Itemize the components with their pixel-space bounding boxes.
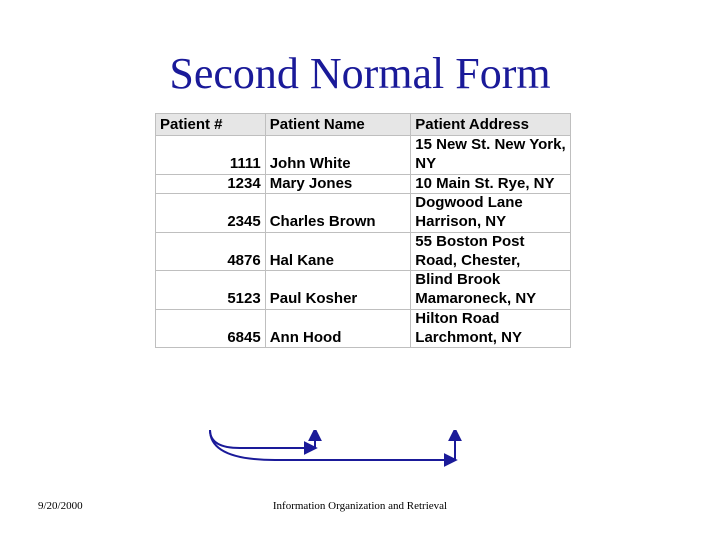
cell-num: 2345: [156, 194, 266, 233]
cell-num: 5123: [156, 271, 266, 310]
cell-num: 4876: [156, 232, 266, 271]
cell-name: John White: [265, 136, 411, 175]
cell-name: Paul Kosher: [265, 271, 411, 310]
cell-name: Mary Jones: [265, 174, 411, 194]
cell-address: 15 New St. New York, NY: [411, 136, 571, 175]
footer-center: Information Organization and Retrieval: [0, 500, 720, 512]
cell-num: 1234: [156, 174, 266, 194]
cell-num: 1111: [156, 136, 266, 175]
cell-num: 6845: [156, 309, 266, 348]
col-header-patient-address: Patient Address: [411, 114, 571, 136]
col-header-patient-num: Patient #: [156, 114, 266, 136]
table-row: 2345 Charles Brown Dogwood Lane Harrison…: [156, 194, 571, 233]
patients-table: Patient # Patient Name Patient Address 1…: [155, 113, 571, 348]
table-row: 6845 Ann Hood Hilton Road Larchmont, NY: [156, 309, 571, 348]
table-row: 1234 Mary Jones 10 Main St. Rye, NY: [156, 174, 571, 194]
cell-name: Hal Kane: [265, 232, 411, 271]
dependency-arrows: [155, 430, 575, 472]
cell-name: Ann Hood: [265, 309, 411, 348]
cell-address: Blind Brook Mamaroneck, NY: [411, 271, 571, 310]
table-row: 5123 Paul Kosher Blind Brook Mamaroneck,…: [156, 271, 571, 310]
col-header-patient-name: Patient Name: [265, 114, 411, 136]
table-header-row: Patient # Patient Name Patient Address: [156, 114, 571, 136]
cell-address: 10 Main St. Rye, NY: [411, 174, 571, 194]
table-row: 1111 John White 15 New St. New York, NY: [156, 136, 571, 175]
table-row: 4876 Hal Kane 55 Boston Post Road, Chest…: [156, 232, 571, 271]
slide-title: Second Normal Form: [0, 48, 720, 99]
patients-table-wrap: Patient # Patient Name Patient Address 1…: [155, 113, 571, 348]
cell-address: Hilton Road Larchmont, NY: [411, 309, 571, 348]
cell-name: Charles Brown: [265, 194, 411, 233]
cell-address: Dogwood Lane Harrison, NY: [411, 194, 571, 233]
cell-address: 55 Boston Post Road, Chester,: [411, 232, 571, 271]
